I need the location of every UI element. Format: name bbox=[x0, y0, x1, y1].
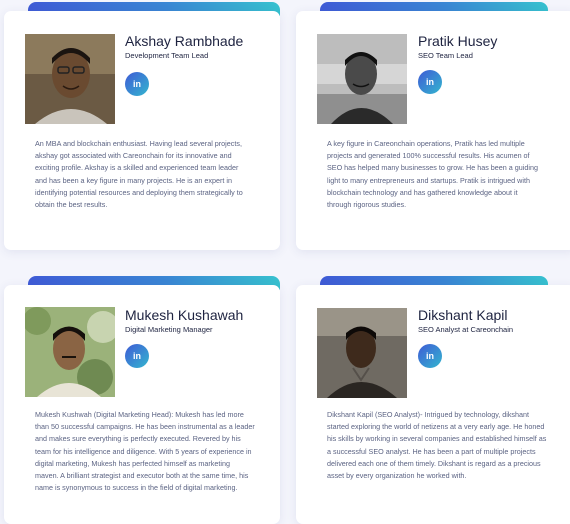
linkedin-icon[interactable]: in bbox=[418, 70, 442, 94]
member-name: Pratik Husey bbox=[418, 33, 498, 49]
avatar bbox=[25, 34, 115, 124]
member-role: Development Team Lead bbox=[125, 51, 209, 60]
member-name: Mukesh Kushawah bbox=[125, 307, 244, 323]
linkedin-icon[interactable]: in bbox=[125, 72, 149, 96]
person-photo-icon bbox=[317, 308, 407, 398]
member-name: Akshay Rambhade bbox=[125, 33, 244, 49]
team-card-pratik: Pratik Husey SEO Team Lead in A key figu… bbox=[296, 11, 570, 250]
linkedin-label: in bbox=[426, 351, 434, 361]
avatar bbox=[25, 307, 115, 397]
avatar bbox=[317, 308, 407, 398]
team-card-dikshant: Dikshant Kapil SEO Analyst at Careonchai… bbox=[296, 285, 570, 524]
member-bio: Mukesh Kushwah (Digital Marketing Head):… bbox=[35, 410, 255, 493]
person-photo-icon bbox=[25, 34, 115, 124]
member-name: Dikshant Kapil bbox=[418, 307, 508, 323]
member-bio: An MBA and blockchain enthusiast. Having… bbox=[35, 139, 243, 210]
person-photo-icon bbox=[25, 307, 115, 397]
member-bio: Dikshant Kapil (SEO Analyst)- Intrigued … bbox=[327, 410, 547, 481]
member-role: SEO Team Lead bbox=[418, 51, 473, 60]
team-section: Akshay Rambhade Development Team Lead in… bbox=[0, 0, 570, 524]
linkedin-label: in bbox=[426, 77, 434, 87]
member-bio: A key figure in Careonchain operations, … bbox=[327, 139, 538, 210]
linkedin-icon[interactable]: in bbox=[418, 344, 442, 368]
linkedin-label: in bbox=[133, 79, 141, 89]
team-card-mukesh: Mukesh Kushawah Digital Marketing Manage… bbox=[4, 285, 280, 524]
member-role: Digital Marketing Manager bbox=[125, 325, 213, 334]
member-role: SEO Analyst at Careonchain bbox=[418, 325, 514, 334]
avatar bbox=[317, 34, 407, 124]
linkedin-label: in bbox=[133, 351, 141, 361]
person-photo-icon bbox=[317, 34, 407, 124]
team-card-akshay: Akshay Rambhade Development Team Lead in… bbox=[4, 11, 280, 250]
linkedin-icon[interactable]: in bbox=[125, 344, 149, 368]
